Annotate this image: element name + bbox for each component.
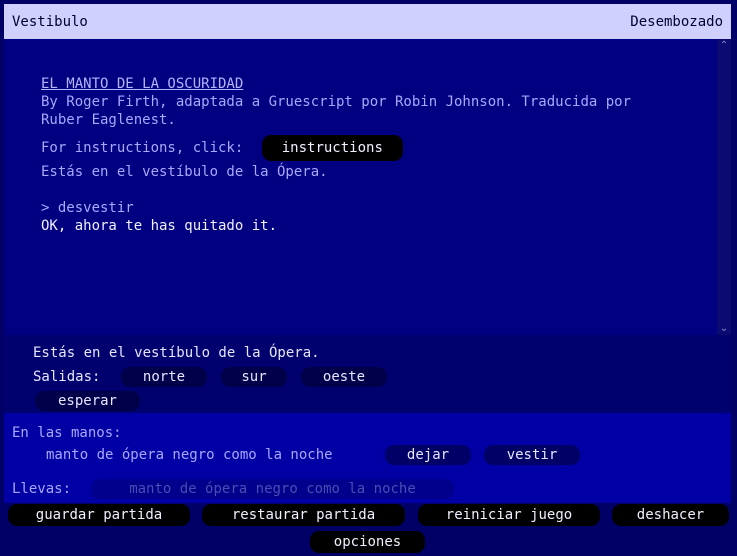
intro-text: Estás en el vestíbulo de la Ópera. [41,164,328,180]
held-label: En las manos: [12,425,122,441]
drop-button[interactable]: dejar [385,445,471,465]
player-state: Desembozado [630,13,723,30]
restore-game-button[interactable]: restaurar partida [202,504,405,526]
transcript: EL MANTO DE LA OSCURIDAD By Roger Firth,… [41,75,691,235]
room-description: Estás en el vestíbulo de la Ópera. [33,345,320,361]
worn-label: Llevas: [12,481,72,497]
inventory-panel: En las manos: manto de ópera negro como … [4,413,731,503]
chevron-up-icon[interactable]: ⌃ [717,40,731,51]
worn-item-button[interactable]: manto de ópera negro como la noche [91,479,454,499]
instructions-prompt: For instructions, click: [41,140,244,156]
wear-button[interactable]: vestir [484,445,580,465]
game-title: EL MANTO DE LA OSCURIDAD [41,76,244,92]
held-item-name[interactable]: manto de ópera negro como la noche [46,447,333,463]
scrollbar[interactable]: ⌃ ⌄ [717,39,731,335]
chevron-down-icon[interactable]: ⌄ [717,323,731,334]
undo-button[interactable]: deshacer [612,504,729,526]
exit-south-button[interactable]: sur [221,367,287,387]
instructions-button[interactable]: instructions [261,135,403,161]
wait-button[interactable]: esperar [35,391,140,411]
options-button[interactable]: opciones [310,531,425,553]
location-name: Vestibulo [12,13,88,30]
story-panel[interactable]: EL MANTO DE LA OSCURIDAD By Roger Firth,… [4,39,731,335]
exit-north-button[interactable]: norte [121,367,207,387]
instructions-line: For instructions, click: instructions [41,135,691,161]
command-echo: > desvestir [41,200,134,216]
status-bar: Vestibulo Desembozado [4,4,731,39]
command-response: OK, ahora te has quitado it. [41,218,278,234]
restart-game-button[interactable]: reiniciar juego [418,504,600,526]
save-game-button[interactable]: guardar partida [8,504,190,526]
exits-label: Salidas: [33,369,101,385]
credits-text: By Roger Firth, adaptada a Gruescript po… [41,94,632,128]
room-panel: Estás en el vestíbulo de la Ópera. Salid… [4,335,731,413]
exit-west-button[interactable]: oeste [301,367,387,387]
